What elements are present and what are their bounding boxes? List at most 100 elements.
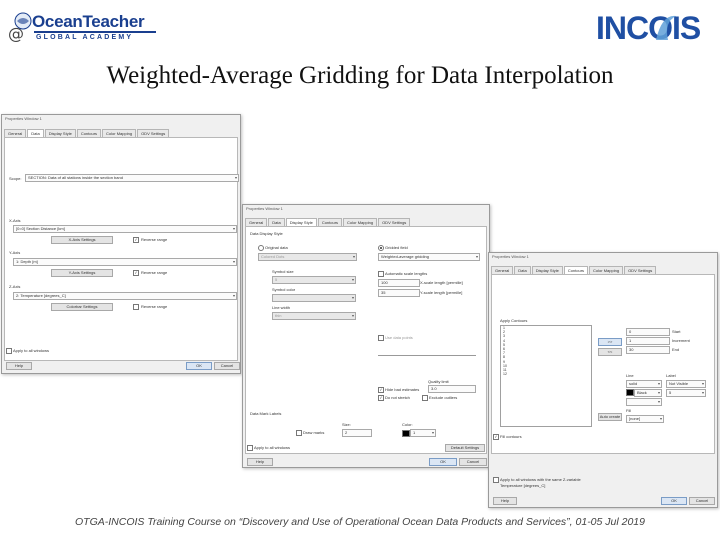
line-label: Line [626,373,634,378]
z-axis-dropdown[interactable]: 2: Temperature [degrees_C] [13,292,237,300]
tab-odv-settings[interactable]: ODV Settings [378,218,411,226]
tab-color-mapping[interactable]: Color Mapping [589,266,624,274]
default-settings-button[interactable]: Default Settings [445,444,485,452]
tab-general[interactable]: General [4,129,27,137]
properties-window-data: Properties Window 1 General Data Display… [1,114,241,374]
x-axis-settings-button[interactable]: X-Axis Settings [51,236,113,244]
tab-color-mapping[interactable]: Color Mapping [343,218,378,226]
auto-scale-checkbox[interactable] [378,271,384,277]
scope-dropdown[interactable]: SECTION: Data of all stations inside the… [25,174,239,182]
hide-bad-checkbox[interactable]: ✓ [378,387,384,393]
tab-display-style[interactable]: Display Style [285,218,317,226]
y-axis-dropdown[interactable]: 1: Depth [m] [13,258,237,266]
tab-contours[interactable]: Contours [317,218,343,226]
quality-limit-input[interactable]: 3.0 [428,385,476,393]
oceanteacher-logo: @ OceanTeacher GLOBAL ACADEMY [8,10,158,50]
remove-contour-button[interactable]: << [598,348,622,356]
apply-all-label: Apply to all windows [254,445,291,450]
slide-footer: OTGA-INCOIS Training Course on “Discover… [75,516,645,528]
apply-all-checkbox[interactable] [6,348,12,354]
help-button[interactable]: Help [247,458,273,466]
incois-logo: INCOIS [596,10,708,46]
y-scale-input[interactable]: 35 [378,289,420,297]
slide-title: Weighted-Average Gridding for Data Inter… [106,62,614,89]
apply-all-checkbox[interactable] [247,445,253,451]
z-axis-label: Z-Axis [9,284,21,289]
tab-display-style[interactable]: Display Style [531,266,563,274]
tab-general[interactable]: General [491,266,514,274]
exclude-outliers-checkbox[interactable] [422,395,428,401]
original-data-label: Original data [265,245,288,250]
apply-contours-heading: Apply Contours [500,318,528,323]
label-label: Label [666,373,676,378]
symbol-color-dropdown[interactable] [272,294,356,302]
tab-contours[interactable]: Contours [76,129,102,137]
mark-color-swatch[interactable] [402,430,410,437]
apply-all-checkbox[interactable] [493,477,499,483]
mark-color-dropdown[interactable]: 1 [410,429,436,437]
increment-input[interactable]: 1 [626,337,670,345]
help-button[interactable]: Help [6,362,32,370]
line-width-dropdown[interactable]: thin [272,312,356,320]
z-reverse-checkbox[interactable] [133,304,139,310]
contour-values-list[interactable]: 1 2 3 4 5 6 7 8 9 10 11 12 [500,325,592,427]
display-style-panel: Data Display Style Original data Colored… [245,226,487,454]
line-color-swatch[interactable] [626,389,634,396]
auto-create-button[interactable]: Auto create [598,413,622,421]
oceanteacher-wordmark: OceanTeacher [32,12,145,31]
start-label: Start [672,329,681,334]
tab-data[interactable]: Data [514,266,531,274]
tab-odv-settings[interactable]: ODV Settings [137,129,170,137]
symbol-size-label: Symbol size [272,269,294,274]
fill-dropdown[interactable]: [none] [626,415,664,423]
cancel-button[interactable]: Cancel [689,497,715,505]
x-reverse-checkbox[interactable]: ✓ [133,237,139,243]
do-not-stretch-checkbox[interactable]: ✓ [378,395,384,401]
y-axis-settings-button[interactable]: Y-Axis Settings [51,269,113,277]
original-style-dropdown[interactable]: Colored Dots [258,253,357,261]
line-color-dropdown[interactable]: Black [634,389,662,397]
y-reverse-checkbox[interactable]: ✓ [133,270,139,276]
end-input[interactable]: 30 [626,346,670,354]
x-scale-input[interactable]: 100 [378,279,420,287]
z-reverse-label: Reverse range [141,304,168,309]
ok-button[interactable]: OK [661,497,687,505]
contours-panel: Apply Contours 1 2 3 4 5 6 7 8 9 10 11 1… [491,274,715,454]
ok-button[interactable]: OK [429,458,457,466]
ok-button[interactable]: OK [186,362,212,370]
tab-bar: General Data Display Style Contours Colo… [491,266,657,274]
draw-marks-checkbox[interactable] [296,430,302,436]
gridded-field-radio[interactable] [378,245,384,251]
line-style-dropdown[interactable]: solid [626,380,662,388]
cancel-button[interactable]: Cancel [459,458,487,466]
start-input[interactable]: 0 [626,328,670,336]
separator [378,355,476,356]
original-data-radio[interactable] [258,245,264,251]
tab-general[interactable]: General [245,218,268,226]
list-item[interactable]: 12 [501,372,591,376]
tab-bar: General Data Display Style Contours Colo… [4,129,170,137]
use-data-points-checkbox[interactable] [378,335,384,341]
line-width-label: Line width [272,305,291,310]
wave-icon [656,15,676,40]
draw-marks-label: Draw marks [303,430,325,435]
label-size-dropdown[interactable]: 5 [666,389,706,397]
tab-bar: General Data Display Style Contours Colo… [245,218,411,226]
tab-odv-settings[interactable]: ODV Settings [624,266,657,274]
colorbar-settings-button[interactable]: Colorbar Settings [51,303,113,311]
label-style-dropdown[interactable]: Not Visible [666,380,706,388]
tab-data[interactable]: Data [268,218,285,226]
help-button[interactable]: Help [493,497,517,505]
gridding-method-dropdown[interactable]: Weighted-average gridding [378,253,480,261]
line-width-dropdown[interactable] [626,398,662,406]
tab-data[interactable]: Data [27,129,44,137]
x-axis-dropdown[interactable]: [0=0] Section Distance [km] [13,225,237,233]
tab-color-mapping[interactable]: Color Mapping [102,129,137,137]
tab-display-style[interactable]: Display Style [44,129,76,137]
tab-contours[interactable]: Contours [563,266,589,274]
cancel-button[interactable]: Cancel [214,362,240,370]
symbol-size-dropdown[interactable]: 5 [272,276,356,284]
fill-contours-checkbox[interactable]: ✓ [493,434,499,440]
mark-size-input[interactable]: 2 [342,429,372,437]
add-contour-button[interactable]: >> [598,338,622,346]
